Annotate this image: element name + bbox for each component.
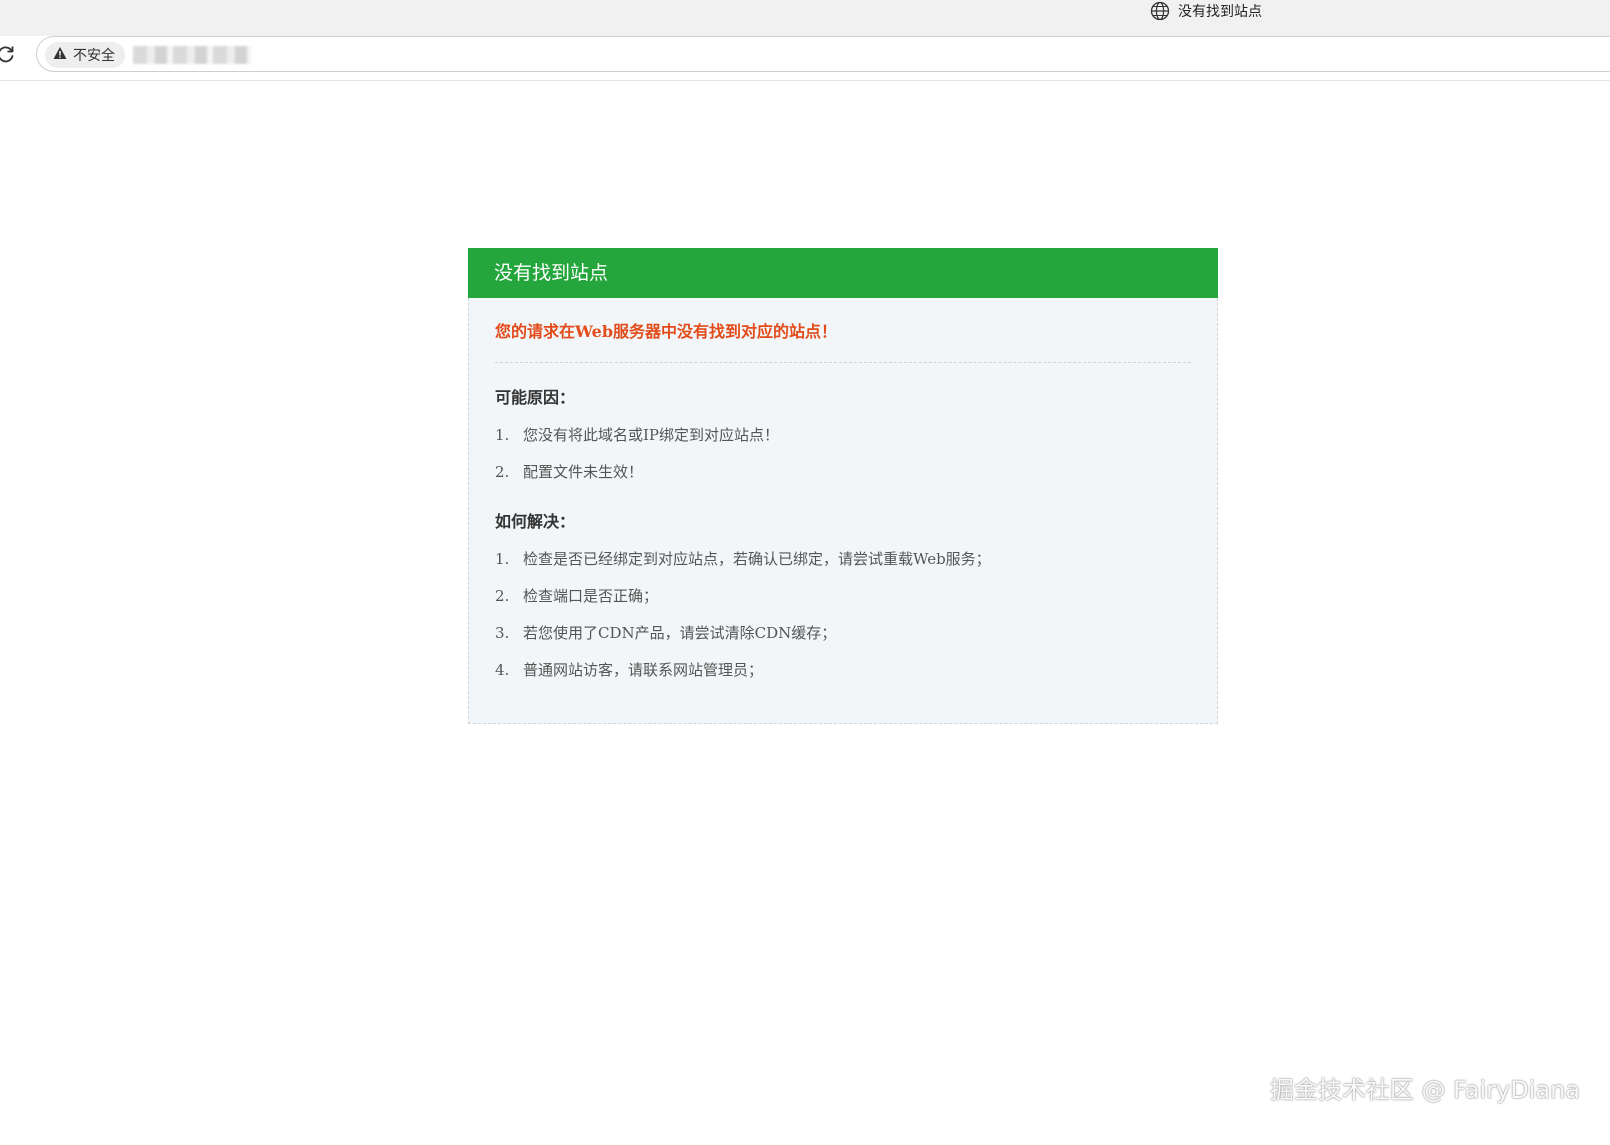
list-item: 2. 配置文件未生效！ xyxy=(495,463,644,481)
reasons-title: 可能原因： xyxy=(495,388,576,407)
url-text[interactable]: • xyxy=(133,46,251,64)
list-item: 3. 若您使用了CDN产品，请尝试清除CDN缓存； xyxy=(495,624,837,642)
page-content: 没有找到站点 您的请求在Web服务器中没有找到对应的站点！ 可能原因： 1. 您没… xyxy=(0,81,1610,1145)
list-item: 1. 检查是否已经绑定到对应站点，若确认已绑定，请尝试重载Web服务； xyxy=(495,550,991,568)
globe-icon xyxy=(1150,1,1170,21)
tab-title: 没有找到站点 xyxy=(1178,4,1262,20)
divider xyxy=(495,362,1191,363)
security-indicator[interactable]: 不安全 xyxy=(45,42,125,68)
error-message: 您的请求在Web服务器中没有找到对应的站点！ xyxy=(495,322,838,341)
list-item: 4. 普通网站访客，请联系网站管理员； xyxy=(495,661,764,679)
error-card: 没有找到站点 您的请求在Web服务器中没有找到对应的站点！ 可能原因： 1. 您没… xyxy=(468,248,1218,724)
reload-icon[interactable] xyxy=(0,44,16,64)
omnibox[interactable]: 不安全 • xyxy=(36,36,1610,72)
tab-active[interactable]: 没有找到站点 xyxy=(1150,0,1262,22)
card-title: 没有找到站点 xyxy=(468,248,1218,298)
address-bar-row: 不安全 • xyxy=(0,36,1610,81)
tab-strip: 没有找到站点 xyxy=(0,0,1610,36)
solutions-title: 如何解决： xyxy=(495,512,576,531)
reasons-list: 1. 您没有将此域名或IP绑定到对应站点！ 2. 配置文件未生效！ xyxy=(495,425,1191,482)
card-body: 您的请求在Web服务器中没有找到对应的站点！ 可能原因： 1. 您没有将此域名或I… xyxy=(468,298,1218,724)
solutions-list: 1. 检查是否已经绑定到对应站点，若确认已绑定，请尝试重载Web服务； 2. 检查端… xyxy=(495,549,1191,680)
security-label: 不安全 xyxy=(73,48,115,64)
watermark: 掘金技术社区 @ FairyDiana xyxy=(1269,1076,1580,1104)
list-item: 1. 您没有将此域名或IP绑定到对应站点！ xyxy=(495,426,780,444)
list-item: 2. 检查端口是否正确； xyxy=(495,587,659,605)
warning-icon xyxy=(53,46,67,64)
